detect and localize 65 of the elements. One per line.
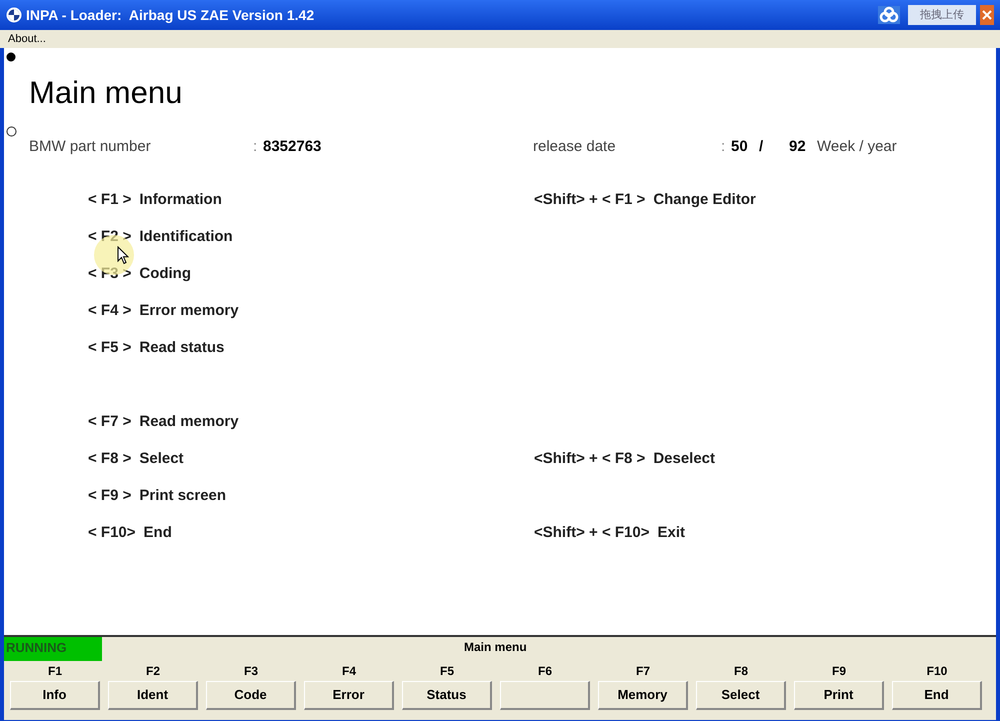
key-shortcut: <Shift> + < F1 > [534, 190, 646, 210]
key-label: F8 [734, 663, 748, 680]
key-label: F9 [832, 663, 846, 680]
close-icon[interactable] [980, 5, 994, 25]
key-shortcut: < F9 > [88, 486, 132, 506]
circle-icon [6, 126, 17, 137]
separator: : [721, 136, 726, 156]
filled-dot-icon [6, 52, 16, 62]
function-key-button[interactable]: Status [402, 681, 492, 710]
field-label: BMW part number [29, 136, 152, 156]
key-label: F1 [48, 663, 62, 680]
menu-option[interactable]: Identification [139, 226, 233, 248]
menu-option[interactable]: Information [139, 189, 222, 212]
key-label: F4 [342, 663, 356, 680]
screen-name: Main menu [464, 639, 527, 656]
key-label: F10 [926, 663, 948, 680]
menu-item[interactable]: About... [8, 30, 46, 48]
field-value: 92 [789, 136, 807, 156]
key-shortcut: < F5 > [88, 338, 132, 358]
separator: : [253, 136, 258, 156]
function-key-button[interactable]: Ident [108, 681, 198, 710]
menu-option[interactable]: Change Editor [653, 189, 756, 212]
function-key-button[interactable]: Code [206, 681, 296, 710]
cursor-icon [117, 246, 129, 265]
key-label: F3 [244, 663, 258, 680]
key-label: F2 [146, 663, 160, 680]
key-shortcut: < F1 > [88, 190, 132, 210]
function-key-button[interactable]: End [892, 681, 982, 710]
key-label: F5 [440, 663, 454, 680]
cloud-icon[interactable] [878, 6, 900, 24]
menu-option[interactable]: Print screen [139, 485, 226, 508]
menu-option[interactable]: Read status [139, 337, 224, 360]
heading: Main menu [29, 74, 184, 112]
key-label: F6 [538, 663, 552, 680]
upload-button[interactable]: 拖拽上传 [908, 4, 976, 26]
window-title: INPA - Loader: Airbag US ZAE Version 1.42 [26, 6, 316, 25]
key-label: F7 [636, 663, 650, 680]
key-shortcut: < F10> [88, 523, 136, 543]
function-key-button[interactable]: Memory [598, 681, 688, 710]
key-shortcut: < F8 > [88, 449, 132, 469]
function-key-button[interactable]: Print [794, 681, 884, 710]
logo-icon [6, 7, 22, 23]
function-key-button[interactable]: Select [696, 681, 786, 710]
field-value: 50 [731, 136, 749, 156]
menu-option[interactable]: End [144, 522, 172, 544]
key-shortcut: < F2 > [88, 227, 132, 247]
function-key-button[interactable]: Error [304, 681, 394, 710]
function-key-button[interactable]: Info [10, 681, 100, 710]
unit-label: Week / year [817, 136, 897, 156]
status-indicator: RUNNING [4, 637, 102, 661]
key-shortcut: < F4 > [88, 301, 132, 321]
key-shortcut: < F7 > [88, 412, 132, 432]
key-shortcut: < F3 > [88, 264, 132, 284]
menu-option[interactable]: Deselect [653, 448, 716, 470]
field-label: release date [533, 136, 617, 156]
menu-option[interactable]: Exit [657, 522, 685, 544]
menu-option[interactable]: Coding [139, 263, 192, 286]
key-shortcut: <Shift> + < F8 > [534, 449, 646, 469]
menu-option[interactable]: Error memory [139, 300, 239, 322]
menu-option[interactable]: Select [139, 448, 184, 470]
separator: / [759, 136, 764, 156]
menu-option[interactable]: Read memory [139, 411, 239, 434]
field-value: 8352763 [263, 136, 322, 156]
key-shortcut: <Shift> + < F10> [534, 523, 650, 543]
function-key-button[interactable] [500, 681, 590, 710]
